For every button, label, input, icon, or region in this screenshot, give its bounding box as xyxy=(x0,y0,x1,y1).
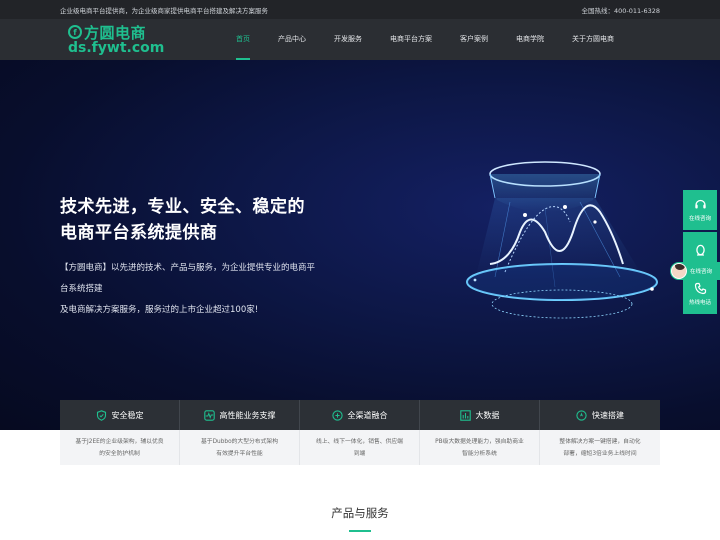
pulse-icon xyxy=(203,409,215,421)
phone-icon xyxy=(694,282,706,295)
online-consult-button[interactable]: 在线咨询 xyxy=(683,190,717,230)
feature-strip: 安全稳定 基于J2EE的企业级架构，辅以优良 的安全防护机制 高性能业务支撑 基… xyxy=(60,400,660,465)
feature-card[interactable]: 快速搭建 整体解决方案一键搭建，自动化 部署，缩短3倍业务上线时间 xyxy=(540,400,660,465)
shield-icon xyxy=(96,409,107,421)
section-title: 产品与服务 xyxy=(331,506,389,520)
nav-item-cases[interactable]: 客户案例 xyxy=(460,19,488,60)
main-nav: 首页 产品中心 开发服务 电商平台方案 客户案例 电商学院 关于方圆电商 xyxy=(236,19,642,60)
feature-title: 快速搭建 xyxy=(592,410,624,420)
logo-url: ds.fywt.com xyxy=(68,40,165,56)
chat-bubble-button[interactable]: 在线咨询 xyxy=(670,262,720,280)
hero-title: 技术先进，专业、安全、稳定的 电商平台系统提供商 xyxy=(60,197,305,243)
hero-illustration xyxy=(466,161,658,319)
hero-banner: 技术先进，专业、安全、稳定的 电商平台系统提供商 【方圆电商】以先进的技术、产品… xyxy=(0,60,720,430)
qq-icon xyxy=(695,244,705,256)
hotline-button[interactable]: 热线电话 xyxy=(683,274,717,314)
headset-icon xyxy=(694,199,706,209)
tagline: 企业级电商平台提供商，为企业级商家提供电商平台搭建及解决方案服务 xyxy=(60,7,268,15)
agent-avatar xyxy=(671,263,687,279)
nav-item-solutions[interactable]: 电商平台方案 xyxy=(390,19,432,60)
nav-item-academy[interactable]: 电商学院 xyxy=(516,19,544,60)
merge-icon xyxy=(331,409,343,421)
feature-card[interactable]: 全渠道融合 线上、线下一体化，销售、供应端 到端 xyxy=(300,400,420,465)
hotline-text: 全国热线：400-011-6328 xyxy=(581,7,660,15)
hero-description: 【方圆电商】以先进的技术、产品与服务，为企业提供专业的电商平台系统搭建 及电商解… xyxy=(60,263,316,315)
logo-mark-icon: f xyxy=(68,25,82,39)
feature-title: 安全稳定 xyxy=(111,410,144,420)
nav-item-products[interactable]: 产品中心 xyxy=(278,19,306,60)
section-underline xyxy=(349,530,371,532)
feature-title: 高性能业务支撑 xyxy=(219,410,276,420)
nav-item-home[interactable]: 首页 xyxy=(236,19,250,60)
top-bar: 企业级电商平台提供商，为企业级商家提供电商平台搭建及解决方案服务 全国热线：40… xyxy=(0,0,720,19)
floating-contact-bar: 在线咨询 热线电话 xyxy=(683,190,717,316)
bar-chart-icon xyxy=(459,409,471,421)
feature-title: 大数据 xyxy=(475,410,500,420)
logo[interactable]: f 方圆电商 ds.fywt.com xyxy=(68,23,168,57)
feature-card[interactable]: 高性能业务支撑 基于Dubbo的大型分布式架构 有效提升平台性能 xyxy=(180,400,300,465)
feature-title: 全渠道融合 xyxy=(347,410,388,420)
feature-card[interactable]: 大数据 PB级大数据处理能力，强自助商业 智能分析系统 xyxy=(420,400,540,465)
main-header: f 方圆电商 ds.fywt.com 首页 产品中心 开发服务 电商平台方案 客… xyxy=(0,19,720,60)
nav-item-dev-services[interactable]: 开发服务 xyxy=(334,19,362,60)
nav-item-about[interactable]: 关于方圆电商 xyxy=(572,19,614,60)
feature-card[interactable]: 安全稳定 基于J2EE的企业级架构，辅以优良 的安全防护机制 xyxy=(60,400,180,465)
rocket-icon xyxy=(576,409,587,421)
